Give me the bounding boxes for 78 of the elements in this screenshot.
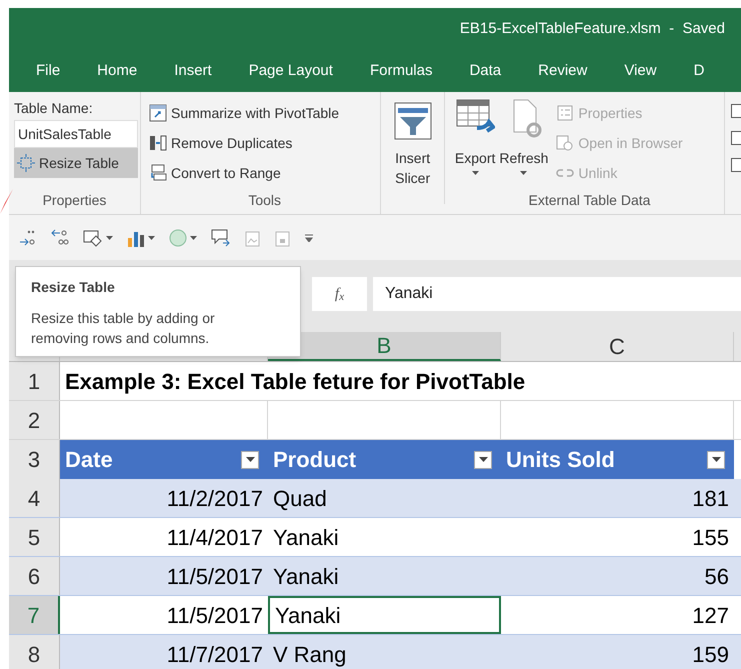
table-header-cell: Product [268, 440, 501, 479]
table-cell-text: 155 [691, 524, 730, 552]
arrow-icon [0, 189, 13, 214]
row-number[interactable]: 2 [9, 401, 60, 439]
convert-range-icon [149, 164, 167, 182]
caret-icon [148, 236, 155, 240]
formula-field[interactable]: Yanaki [373, 277, 741, 311]
filter-dropdown-button[interactable] [474, 450, 492, 468]
column-header[interactable]: C [501, 332, 734, 361]
ribbon-tab[interactable]: D [694, 60, 704, 82]
table-name-label: Table Name: [14, 99, 94, 118]
table-cell: Yanaki [268, 596, 501, 634]
table-cell-text: 11/5/2017 [166, 602, 264, 630]
caret-icon [520, 171, 528, 175]
tooltip-title: Resize Table [31, 278, 116, 297]
caret-icon [190, 236, 197, 240]
table-cell-text: 159 [691, 640, 730, 668]
table-cell-text: 56 [704, 562, 730, 590]
caret-icon [472, 171, 479, 175]
group-label: Properties [42, 191, 108, 210]
customize-toolbar-icon[interactable] [305, 234, 313, 242]
properties-icon [556, 104, 574, 122]
table-cell-text: Yanaki [272, 562, 340, 590]
remove-duplicates-icon [149, 134, 167, 152]
table-header-cell: Date [60, 440, 268, 479]
table-cell-text: 127 [691, 602, 730, 630]
comment-icon[interactable] [211, 228, 231, 246]
window-title: EB15-ExcelTableFeature.xlsm - Saved [460, 18, 725, 39]
row-number[interactable]: 8 [9, 635, 60, 669]
increase-decimal-icon[interactable] [19, 228, 37, 246]
row-number[interactable]: 7 [9, 596, 60, 634]
filter-dropdown-button[interactable] [241, 450, 259, 468]
caret-icon [106, 236, 113, 240]
ribbon-tab[interactable]: File [36, 60, 60, 82]
table-cell-text: 11/5/2017 [166, 562, 264, 590]
row-number[interactable]: 5 [9, 518, 60, 556]
tool-button[interactable]: Convert to Range [149, 158, 380, 188]
table-cell-text: 11/7/2017 [166, 640, 264, 668]
refresh-button[interactable]: Refresh [499, 98, 548, 188]
ribbon-tab[interactable]: Home [97, 60, 138, 82]
ribbon-tab[interactable]: Review [538, 60, 588, 82]
caret-icon [246, 457, 254, 462]
tool-button[interactable]: Remove Duplicates [149, 128, 380, 158]
table-cell-text: V Rang [272, 640, 348, 669]
ribbon-tab[interactable]: View [624, 60, 657, 82]
table-cell-text: Yanaki [272, 524, 340, 552]
table-header-cell: Units Sold [501, 440, 734, 479]
row-number[interactable]: 1 [9, 362, 60, 400]
function-button[interactable]: f$_{x}$ [312, 277, 367, 311]
caret-icon [478, 457, 488, 462]
tooltip-text: Resize this table by adding or removing rows and columns. [31, 309, 216, 348]
shapes-icon[interactable] [83, 228, 103, 246]
table-cell-text: 11/4/2017 [166, 524, 264, 552]
row-number[interactable]: 6 [9, 557, 60, 595]
export-button[interactable]: Export [454, 98, 496, 188]
row-number[interactable]: 3 [9, 440, 60, 479]
resize-icon [17, 154, 35, 172]
ribbon-tab[interactable]: Insert [174, 60, 212, 82]
group-label: Tools [247, 191, 282, 210]
filter-dropdown-button[interactable] [707, 450, 725, 468]
insert-slicer-button[interactable]: Insert Slicer [381, 92, 445, 204]
resize-table-button[interactable]: Resize Table [14, 148, 138, 178]
decrease-decimal-icon[interactable] [51, 228, 69, 246]
tool-button[interactable]: Summarize with PivotTable [149, 98, 380, 128]
table-cell-text: 181 [691, 484, 730, 512]
table-name-field[interactable]: UnitSalesTable [14, 120, 138, 148]
table-cell-text: 11/2/2017 [166, 484, 264, 512]
caret-icon [712, 457, 720, 462]
sheet-title: Example 3: Excel Table feture for PivotTable [65, 368, 526, 396]
row-number[interactable]: 4 [9, 479, 60, 517]
pivot-table-icon [149, 104, 167, 122]
table-cell-text: Quad [272, 484, 328, 512]
ribbon-tab[interactable]: Data [469, 60, 502, 82]
ribbon-tab[interactable]: Page Layout [248, 60, 333, 82]
browser-icon [556, 134, 574, 152]
ribbon-tab[interactable]: Formulas [370, 60, 432, 82]
group-label: External Table Data [528, 191, 652, 210]
slicer-icon [394, 102, 432, 140]
